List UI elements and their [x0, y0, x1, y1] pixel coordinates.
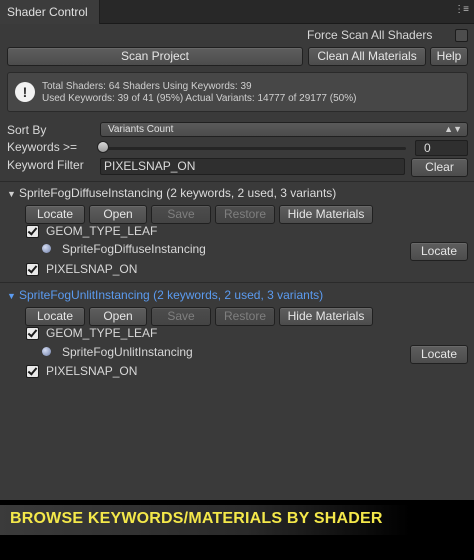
- material-icon: [42, 244, 51, 253]
- divider: [0, 181, 474, 182]
- keyword-name: PIXELSNAP_ON: [46, 262, 138, 276]
- promo-banner-text: BROWSE KEYWORDS/MATERIALS BY SHADER: [10, 510, 383, 527]
- open-shader-button[interactable]: Open: [89, 307, 147, 326]
- divider: [0, 282, 474, 283]
- tab-title: Shader Control: [7, 5, 88, 19]
- keywords-min-field[interactable]: 0: [415, 140, 468, 156]
- clean-all-materials-button[interactable]: Clean All Materials: [308, 47, 426, 66]
- keyword-checkbox[interactable]: [26, 225, 39, 238]
- shader-title[interactable]: SpriteFogDiffuseInstancing (2 keywords, …: [19, 186, 336, 200]
- locate-material-button[interactable]: Locate: [410, 345, 468, 364]
- sort-by-dropdown[interactable]: Variants Count ▲▼: [100, 122, 468, 137]
- stats-line-1: Total Shaders: 64 Shaders Using Keywords…: [42, 81, 252, 92]
- material-name: SpriteFogUnlitInstancing: [62, 345, 193, 359]
- keywords-slider-thumb[interactable]: [97, 141, 109, 153]
- clear-filter-button[interactable]: Clear: [411, 158, 468, 177]
- foldout-expanded-icon[interactable]: ▼: [7, 189, 16, 199]
- locate-shader-button[interactable]: Locate: [25, 307, 85, 326]
- keywords-min-label: Keywords >=: [7, 140, 78, 154]
- keyword-checkbox[interactable]: [26, 263, 39, 276]
- keyword-name: GEOM_TYPE_LEAF: [46, 224, 158, 238]
- material-name: SpriteFogDiffuseInstancing: [62, 242, 206, 256]
- window-titlebar: Shader Control ⋮≡: [0, 0, 474, 24]
- save-shader-button[interactable]: Save: [151, 307, 211, 326]
- hide-materials-button[interactable]: Hide Materials: [279, 307, 373, 326]
- keyword-name: PIXELSNAP_ON: [46, 364, 138, 378]
- keyword-filter-label: Keyword Filter: [7, 158, 84, 172]
- material-icon: [42, 347, 51, 356]
- force-scan-checkbox[interactable]: [455, 29, 468, 42]
- keyword-filter-input[interactable]: PIXELSNAP_ON: [100, 158, 405, 175]
- keyword-name: GEOM_TYPE_LEAF: [46, 326, 158, 340]
- sort-by-value: Variants Count: [108, 124, 174, 135]
- hide-materials-button[interactable]: Hide Materials: [279, 205, 373, 224]
- restore-shader-button[interactable]: Restore: [215, 205, 275, 224]
- stats-line-2: Used Keywords: 39 of 41 (95%) Actual Var…: [42, 93, 357, 104]
- restore-shader-button[interactable]: Restore: [215, 307, 275, 326]
- foldout-expanded-icon[interactable]: ▼: [7, 291, 16, 301]
- save-shader-button[interactable]: Save: [151, 205, 211, 224]
- sort-by-label: Sort By: [7, 123, 47, 137]
- force-scan-label: Force Scan All Shaders: [307, 28, 433, 42]
- scan-project-button[interactable]: Scan Project: [7, 47, 303, 66]
- keywords-slider-track[interactable]: [103, 147, 406, 150]
- stats-info-box: ! Total Shaders: 64 Shaders Using Keywor…: [7, 72, 468, 112]
- updown-arrow-icon: ▲▼: [444, 124, 462, 134]
- keyword-checkbox[interactable]: [26, 327, 39, 340]
- keyword-checkbox[interactable]: [26, 365, 39, 378]
- locate-material-button[interactable]: Locate: [410, 242, 468, 261]
- tab-shader-control[interactable]: Shader Control: [0, 0, 100, 24]
- help-button[interactable]: Help: [430, 47, 468, 66]
- info-icon: !: [15, 82, 35, 102]
- shader-title-selected[interactable]: SpriteFogUnlitInstancing (2 keywords, 2 …: [19, 288, 323, 302]
- open-shader-button[interactable]: Open: [89, 205, 147, 224]
- locate-shader-button[interactable]: Locate: [25, 205, 85, 224]
- window-menu-icon[interactable]: ⋮≡: [454, 4, 469, 15]
